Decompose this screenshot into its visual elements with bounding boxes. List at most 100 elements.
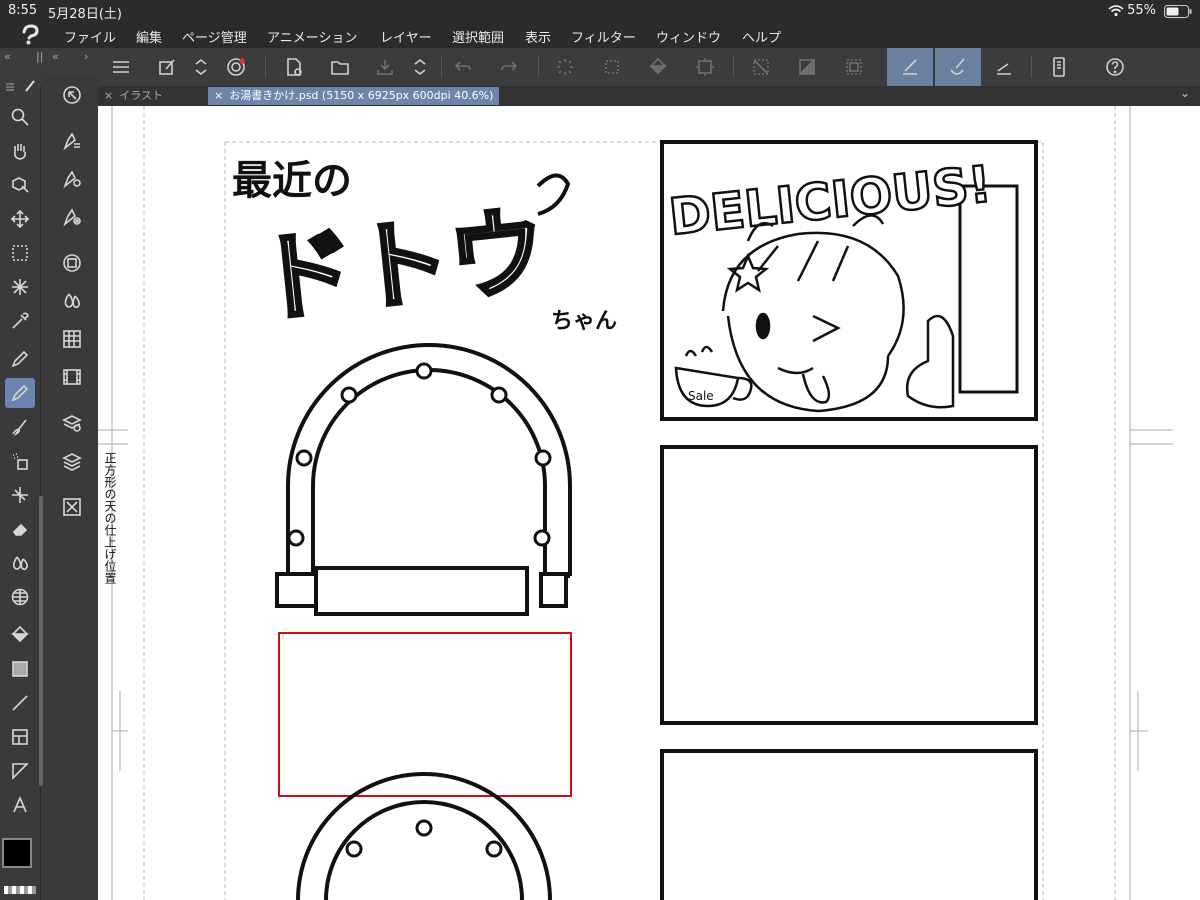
airbrush-tool-icon[interactable] [5, 446, 35, 476]
transform-icon[interactable] [690, 53, 720, 81]
zoom-tool-icon[interactable] [5, 102, 35, 132]
auto-select-tool-icon[interactable] [5, 272, 35, 302]
tab-label: お湯書きかけ.psd (5150 x 6925px 600dpi 40.6%) [229, 89, 494, 102]
wifi-icon [1108, 4, 1124, 21]
undo-icon[interactable] [448, 53, 478, 81]
grid-tool-icon[interactable] [5, 582, 35, 612]
cup-label: Sale [688, 389, 714, 403]
pencil-tool-icon[interactable] [5, 378, 35, 408]
drawing-canvas[interactable]: 最近の ドトウ ちゃん DELICIOUS! Sale 正方形の天の仕上げ位置 [98, 106, 1200, 900]
layers-icon[interactable] [57, 446, 87, 476]
clear-selection-icon[interactable] [746, 53, 776, 81]
close-icon[interactable]: × [214, 89, 223, 102]
red-selection-box[interactable] [278, 632, 572, 797]
ruler-tool-icon[interactable] [5, 756, 35, 786]
menu-bar: ファイル 編集 ページ管理 アニメーション レイヤー 選択範囲 表示 フィルター… [0, 22, 1200, 49]
collapse-sub-icon[interactable]: « [52, 50, 59, 63]
pen-settings-icon[interactable] [57, 126, 87, 156]
tab-active-document[interactable]: × お湯書きかけ.psd (5150 x 6925px 600dpi 40.6%) [208, 87, 500, 105]
color-circle-icon[interactable] [57, 248, 87, 278]
tool-palette-header[interactable] [4, 78, 36, 92]
eraser-tool-icon[interactable] [5, 514, 35, 544]
battery-icon [1164, 5, 1192, 22]
guide-label-vertical: 正方形の天の仕上げ位置 [103, 452, 117, 584]
menu-view[interactable]: 表示 [525, 27, 551, 46]
grip-icon[interactable]: || [36, 50, 43, 63]
redo-icon[interactable] [494, 53, 524, 81]
navigator-icon[interactable] [57, 492, 87, 522]
menu-page[interactable]: ページ管理 [182, 27, 247, 46]
loading-icon[interactable] [550, 53, 580, 81]
new-file-icon[interactable] [279, 53, 309, 81]
menu-animation[interactable]: アニメーション [267, 27, 357, 46]
color-set-icon[interactable] [57, 324, 87, 354]
menu-help[interactable]: ヘルプ [742, 27, 781, 46]
battery-percent: 55% [1127, 3, 1156, 18]
palette-scrollbar[interactable] [39, 496, 43, 786]
porthole-frame-1 [275, 343, 572, 616]
pen-tool-icon[interactable] [5, 344, 35, 374]
app-logo-icon[interactable] [18, 24, 42, 46]
hand-tool-icon[interactable] [5, 136, 35, 166]
sub-tool-palette [39, 76, 98, 900]
panel-2 [660, 445, 1038, 725]
tool-palette [0, 80, 41, 900]
save-icon[interactable] [370, 53, 400, 81]
selection-clear-icon[interactable] [597, 53, 627, 81]
command-bar [0, 48, 1200, 86]
porthole-frame-2 [296, 772, 552, 900]
chevron-updown-icon[interactable] [186, 53, 216, 81]
title-hook-mark [536, 173, 571, 216]
status-bar: 8:55 5月28日(土) 55% [0, 0, 1200, 22]
layer-select-icon[interactable] [57, 80, 87, 110]
draw-stroke-icon[interactable] [895, 53, 925, 81]
collapse-left-icon[interactable]: « [4, 50, 11, 63]
eyedropper-tool-icon[interactable] [5, 306, 35, 336]
line-tool-icon[interactable] [5, 688, 35, 718]
pen-gear-icon[interactable] [57, 164, 87, 194]
status-date: 5月28日(土) [48, 7, 122, 22]
select-all-icon[interactable] [839, 53, 869, 81]
menu-edit[interactable]: 編集 [136, 27, 162, 46]
frame-tool-icon[interactable] [5, 722, 35, 752]
move-tool-icon[interactable] [5, 204, 35, 234]
timeline-icon[interactable] [57, 362, 87, 392]
menu-layer[interactable]: レイヤー [380, 27, 432, 46]
text-tool-icon[interactable] [5, 790, 35, 820]
fill-icon[interactable] [643, 53, 673, 81]
object-tool-icon[interactable] [5, 170, 35, 200]
pen-target-icon[interactable] [57, 202, 87, 232]
document-tab-bar: × イラスト × お湯書きかけ.psd (5150 x 6925px 600dpi … [98, 86, 1200, 106]
tab-illust[interactable]: × イラスト [98, 87, 169, 105]
ruler-line-icon[interactable] [989, 53, 1019, 81]
menu-filter[interactable]: フィルター [571, 27, 636, 46]
hamburger-menu-icon[interactable] [106, 53, 136, 81]
chevron-updown-icon-2[interactable] [405, 53, 435, 81]
menu-window[interactable]: ウィンドウ [656, 27, 721, 46]
gradient-tool-icon[interactable] [5, 654, 35, 684]
help-icon[interactable] [1100, 53, 1130, 81]
brush-tool-icon[interactable] [5, 412, 35, 442]
brush-icon[interactable] [942, 53, 972, 81]
title-main: ドトウ [253, 195, 551, 336]
open-folder-icon[interactable] [325, 53, 355, 81]
menu-file[interactable]: ファイル [64, 27, 116, 46]
close-icon[interactable]: × [104, 89, 113, 102]
menu-selection[interactable]: 選択範囲 [452, 27, 504, 46]
main-color-swatch[interactable] [2, 838, 32, 868]
expand-right-icon[interactable]: › [84, 50, 88, 63]
selection-tool-icon[interactable] [5, 238, 35, 268]
decoration-tool-icon[interactable] [5, 480, 35, 510]
device-icon[interactable] [1044, 53, 1074, 81]
blend-tool-icon[interactable] [5, 548, 35, 578]
chevron-down-icon[interactable]: ⌄ [1180, 86, 1190, 100]
edit-preferences-icon[interactable] [152, 53, 182, 81]
sync-icon[interactable] [221, 53, 251, 81]
canvas-artwork: 最近の ドトウ ちゃん DELICIOUS! Sale [98, 106, 1173, 900]
fill-tool-icon[interactable] [5, 620, 35, 650]
transparent-color-swatch[interactable] [4, 886, 36, 894]
tab-label: イラスト [119, 89, 163, 102]
layer-property-icon[interactable] [57, 408, 87, 438]
invert-selection-icon[interactable] [792, 53, 822, 81]
color-mix-icon[interactable] [57, 286, 87, 316]
